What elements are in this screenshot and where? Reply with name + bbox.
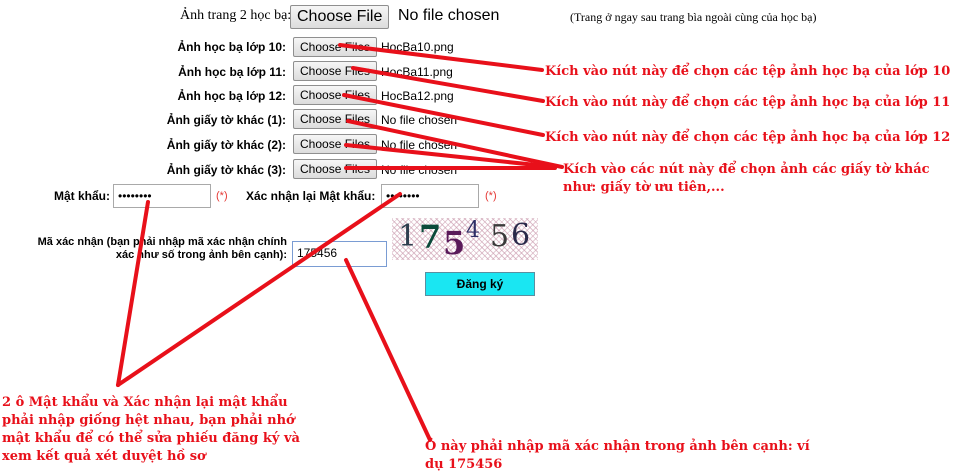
arrow-line-grade12 <box>342 93 545 137</box>
arrow-line-grade10 <box>338 43 544 72</box>
annotation-captcha-line-1: Ô này phải nhập mã xác nhận trong ảnh bê… <box>425 439 810 454</box>
annotation-grade10: Kích vào nút này để chọn các tệp ảnh học… <box>545 64 951 79</box>
annotation-other-docs-line-1: Kích vào các nút này để chọn ảnh các giấ… <box>563 162 930 177</box>
annotation-password-line-1: 2 ô Mật khẩu và Xác nhận lại mật khẩu <box>2 395 288 410</box>
arrow-line-other-2 <box>344 143 557 169</box>
arrow-line-captcha <box>344 258 432 442</box>
arrow-line-grade11 <box>351 66 545 103</box>
arrow-line-other-1 <box>346 119 564 169</box>
annotation-grade12: Kích vào nút này để chọn các tệp ảnh học… <box>545 130 951 145</box>
arrow-line-password <box>116 200 150 387</box>
annotation-password-line-3: mật khẩu để có thể sửa phiếu đăng ký và <box>2 431 300 446</box>
annotation-password-line-2: phải nhập giống hệt nhau, bạn phải nhớ <box>2 413 295 428</box>
annotation-password-line-4: xem kết quả xét duyệt hồ sơ <box>2 449 206 464</box>
annotation-other-docs-line-2: như: giấy tờ ưu tiên,... <box>563 180 725 195</box>
annotation-captcha-line-2: dụ 175456 <box>425 457 503 472</box>
annotation-grade11: Kích vào nút này để chọn các tệp ảnh học… <box>545 95 951 110</box>
